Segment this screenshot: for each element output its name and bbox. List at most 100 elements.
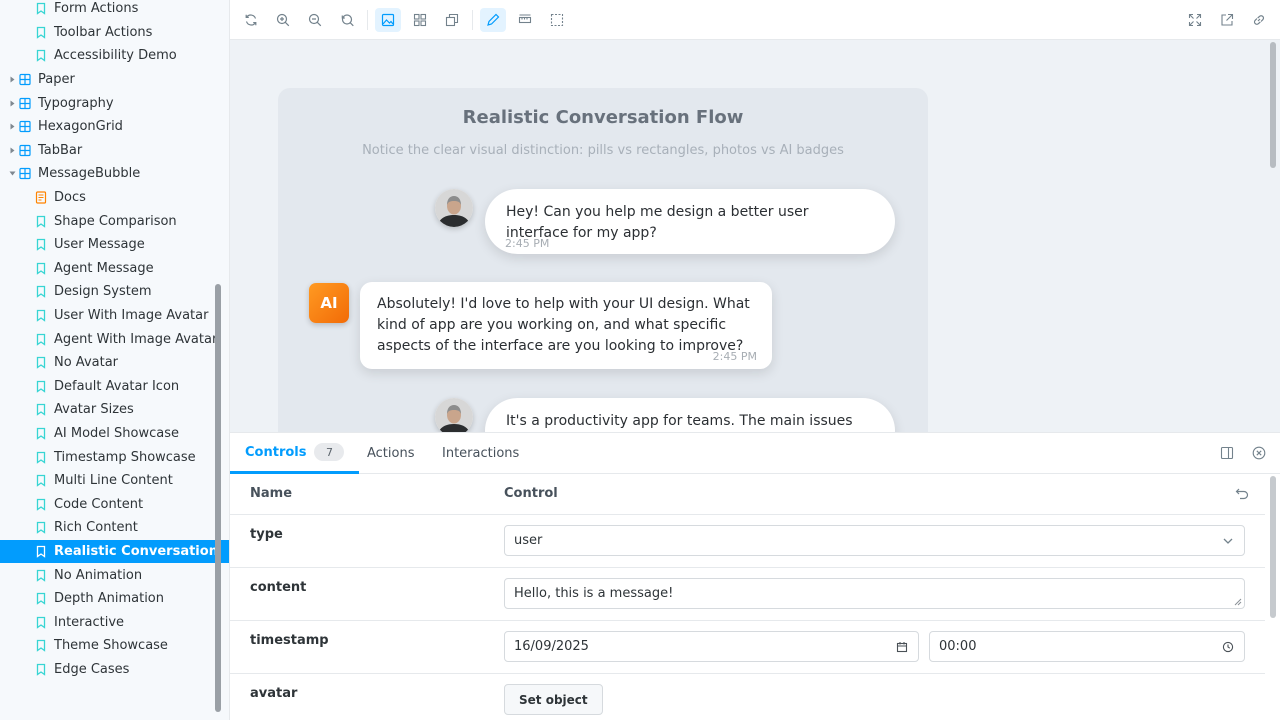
- control-name: avatar: [250, 686, 298, 701]
- sidebar-item-label: Agent With Image Avatar: [54, 331, 218, 347]
- sidebar-item-messagebubble[interactable]: MessageBubble: [0, 162, 229, 186]
- sidebar-item-depth-animation[interactable]: Depth Animation: [0, 587, 229, 611]
- preview-scrollbar[interactable]: [1270, 42, 1276, 168]
- tab-actions[interactable]: Actions: [367, 433, 415, 473]
- sidebar-item-agent-message[interactable]: Agent Message: [0, 257, 229, 281]
- sidebar-item-label: MessageBubble: [38, 166, 141, 182]
- sidebar-item-no-animation[interactable]: No Animation: [0, 563, 229, 587]
- user-photo-icon: [435, 189, 473, 227]
- bookmark-icon: [36, 215, 46, 228]
- sidebar-item-user-message[interactable]: User Message: [0, 233, 229, 257]
- bookmark-icon: [35, 2, 47, 16]
- sidebar-item-user-with-image-avatar[interactable]: User With Image Avatar: [0, 304, 229, 328]
- bookmark-icon: [35, 380, 47, 393]
- zoom-out-icon: [308, 13, 322, 27]
- set-object-button[interactable]: Set object: [504, 684, 603, 715]
- bookmark-icon: [36, 404, 46, 417]
- outline-button[interactable]: [544, 8, 570, 32]
- sidebar-item-realistic-conversation[interactable]: Realistic Conversation: [0, 539, 229, 564]
- message-text: Absolutely! I'd love to help with your U…: [377, 296, 750, 354]
- sidebar-item-hexagongrid[interactable]: HexagonGrid: [0, 115, 229, 139]
- sidebar-item-agent-with-image-avatar[interactable]: Agent With Image Avatar: [0, 327, 229, 351]
- sidebar-item-timestamp-showcase[interactable]: Timestamp Showcase: [0, 445, 229, 469]
- controls-header-row: Name Control: [230, 474, 1265, 515]
- sidebar-item-no-avatar[interactable]: No Avatar: [0, 351, 229, 375]
- zoom-out-button[interactable]: [302, 8, 328, 32]
- background-button[interactable]: [375, 8, 401, 32]
- bookmark-icon: [35, 285, 47, 299]
- bookmark-icon: [35, 451, 47, 464]
- sidebar-item-rich-content[interactable]: Rich Content: [0, 516, 229, 540]
- open-new-tab-button[interactable]: [1214, 8, 1240, 32]
- tab-label: Interactions: [442, 445, 520, 461]
- sidebar-item-label: Multi Line Content: [54, 473, 173, 489]
- outline-icon: [550, 13, 564, 27]
- sidebar-item-accessibility-demo[interactable]: Accessibility Demo: [0, 44, 229, 68]
- sidebar-item-shape-comparison[interactable]: Shape Comparison: [0, 209, 229, 233]
- message-timestamp: 2:45 PM: [505, 237, 550, 250]
- copy-link-button[interactable]: [1246, 8, 1272, 32]
- sidebar-item-typography[interactable]: Typography: [0, 91, 229, 115]
- sidebar-item-paper[interactable]: Paper: [0, 68, 229, 92]
- sidebar-item-form-actions[interactable]: Form Actions: [0, 0, 229, 21]
- caret-right-icon: [10, 123, 14, 130]
- resize-handle-icon[interactable]: [1234, 598, 1242, 606]
- tab-interactions[interactable]: Interactions: [442, 433, 519, 473]
- caret-right-icon[interactable]: [8, 123, 16, 131]
- type-select[interactable]: user: [504, 525, 1245, 556]
- grid-button[interactable]: [407, 8, 433, 32]
- caret-down-icon[interactable]: [8, 170, 16, 178]
- sidebar-item-code-content[interactable]: Code Content: [0, 492, 229, 516]
- sidebar-item-label: User Message: [54, 237, 145, 253]
- sidebar-item-ai-model-showcase[interactable]: AI Model Showcase: [0, 422, 229, 446]
- bookmark-icon: [36, 262, 46, 275]
- sidebar-item-design-system[interactable]: Design System: [0, 280, 229, 304]
- reset-controls-button[interactable]: [1234, 485, 1250, 501]
- sidebar-scrollbar[interactable]: [215, 284, 221, 712]
- sidebar-item-docs[interactable]: Docs: [0, 186, 229, 210]
- measure-button[interactable]: [480, 8, 506, 32]
- bookmark-icon: [36, 475, 46, 487]
- caret-right-icon[interactable]: [8, 99, 16, 107]
- caret-right-icon[interactable]: [8, 146, 16, 154]
- bookmark-icon: [36, 309, 46, 322]
- reload-button[interactable]: [238, 8, 264, 32]
- reset-zoom-button[interactable]: [334, 8, 360, 32]
- control-row-avatar: avatar Set object: [230, 674, 1265, 720]
- bookmark-icon: [35, 474, 47, 487]
- reload-icon: [245, 14, 257, 26]
- sidebar-item-avatar-sizes[interactable]: Avatar Sizes: [0, 398, 229, 422]
- user-message-bubble: Hey! Can you help me design a better use…: [485, 189, 895, 254]
- user-avatar: [435, 189, 473, 227]
- content-textarea[interactable]: Hello, this is a message!: [504, 578, 1245, 609]
- sidebar-item-interactive[interactable]: Interactive: [0, 610, 229, 634]
- sidebar-item-edge-cases[interactable]: Edge Cases: [0, 658, 229, 682]
- grid-icon: [413, 13, 427, 27]
- viewport-button[interactable]: [439, 8, 465, 32]
- bookmark-icon: [36, 498, 46, 511]
- bookmark-icon: [35, 592, 47, 605]
- zoom-in-button[interactable]: [270, 8, 296, 32]
- timestamp-date-input[interactable]: 16/09/2025: [504, 631, 919, 662]
- panel-scrollbar[interactable]: [1270, 476, 1276, 618]
- panel-orientation-button[interactable]: [1219, 445, 1235, 461]
- caret-right-icon[interactable]: [8, 76, 16, 84]
- sidebar-item-theme-showcase[interactable]: Theme Showcase: [0, 634, 229, 658]
- tab-controls[interactable]: Controls 7: [230, 433, 360, 474]
- fullscreen-button[interactable]: [1182, 8, 1208, 32]
- control-row-type: type user: [230, 515, 1265, 568]
- sidebar-item-default-avatar-icon[interactable]: Default Avatar Icon: [0, 375, 229, 399]
- bookmark-icon: [35, 639, 47, 653]
- bookmark-icon: [36, 50, 46, 63]
- sidebar-item-label: TabBar: [38, 142, 83, 158]
- bookmark-icon: [36, 592, 46, 605]
- sidebar-item-tabbar[interactable]: TabBar: [0, 139, 229, 163]
- caret-right-icon: [10, 147, 14, 154]
- close-panel-button[interactable]: [1251, 445, 1267, 461]
- sidebar-item-label: Agent Message: [54, 260, 154, 276]
- sidebar-item-toolbar-actions[interactable]: Toolbar Actions: [0, 21, 229, 45]
- timestamp-time-input[interactable]: 00:00: [929, 631, 1245, 662]
- sidebar-item-multi-line-content[interactable]: Multi Line Content: [0, 469, 229, 493]
- ruler-button[interactable]: [512, 8, 538, 32]
- sidebar-item-label: Edge Cases: [54, 661, 130, 677]
